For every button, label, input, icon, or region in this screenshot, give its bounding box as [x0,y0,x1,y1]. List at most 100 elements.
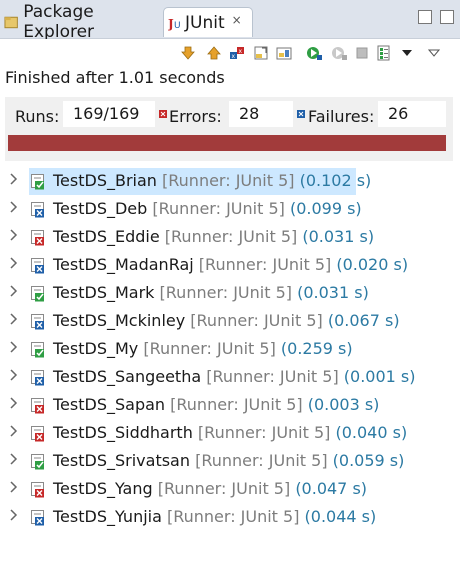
test-fail-icon [31,510,44,526]
tab-label: JUnit [185,12,225,33]
test-class-name: TestDS_Brian [53,171,163,190]
test-class-row[interactable]: TestDS_Yunjia [Runner: JUnit 5] (0.044 s… [0,504,460,532]
test-class-row[interactable]: TestDS_Mark [Runner: JUnit 5] (0.031 s) [0,280,460,308]
error-icon [159,110,167,118]
scroll-lock-icon[interactable] [252,44,270,62]
test-class-row[interactable]: TestDS_Sangeetha [Runner: JUnit 5] (0.00… [0,364,460,392]
next-failure-icon[interactable] [179,44,197,62]
test-class-name: TestDS_Siddharth [53,423,198,442]
test-duration: (0.031 s) [297,283,369,302]
test-duration: (0.020 s) [336,255,409,274]
test-class-row[interactable]: TestDS_Sapan [Runner: JUnit 5] (0.003 s) [0,392,460,420]
test-error-icon [31,482,44,498]
test-class-name: TestDS_Mark [53,283,160,302]
svg-text:x: x [239,48,243,55]
rerun-failed-first-icon[interactable] [330,44,348,62]
test-class-label: TestDS_MadanRaj [Runner: JUnit 5] (0.020… [53,255,408,274]
test-runner-label: [Runner: JUnit 5] [198,255,337,274]
expand-arrow-icon[interactable] [9,481,19,493]
tab-junit[interactable]: J U JUnit × [163,7,253,37]
test-class-label: TestDS_Mckinley [Runner: JUnit 5] (0.067… [53,311,400,330]
expand-arrow-icon[interactable] [9,453,19,465]
test-fail-icon [31,370,44,386]
expand-arrow-icon[interactable] [9,257,19,269]
test-class-row[interactable]: TestDS_Siddharth [Runner: JUnit 5] (0.04… [0,420,460,448]
test-duration: (0.044 s) [304,507,377,526]
show-failures-only-icon[interactable]: xx [228,44,246,62]
rerun-icon[interactable] [305,44,323,62]
package-explorer-icon [4,16,18,29]
test-class-label: TestDS_Srivatsan [Runner: JUnit 5] (0.05… [53,451,404,470]
expand-arrow-icon[interactable] [9,397,19,409]
previous-failure-icon[interactable] [205,44,223,62]
test-runner-label: [Runner: JUnit 5] [143,339,281,358]
stop-icon[interactable] [353,44,371,62]
test-runner-label: [Runner: JUnit 5] [152,199,290,218]
test-runner-label: [Runner: JUnit 5] [195,451,333,470]
junit-icon: J U [168,17,181,31]
expand-arrow-icon[interactable] [9,285,19,297]
history-dropdown-icon[interactable] [398,44,416,62]
test-class-label: TestDS_Eddie [Runner: JUnit 5] (0.031 s) [53,227,374,246]
test-runner-label: [Runner: JUnit 5] [206,367,344,386]
test-runner-label: [Runner: JUnit 5] [159,283,298,302]
minimize-view-icon[interactable] [418,10,432,24]
progress-bar [8,135,446,151]
test-duration: (0.001 s) [343,367,416,386]
test-class-row[interactable]: TestDS_Deb [Runner: JUnit 5] (0.099 s) [0,196,460,224]
test-runner-label: [Runner: JUnit 5] [162,171,300,190]
test-class-row[interactable]: TestDS_My [Runner: JUnit 5] (0.259 s) [0,336,460,364]
test-class-label: TestDS_Deb [Runner: JUnit 5] (0.099 s) [53,199,362,218]
test-class-name: TestDS_Eddie [53,227,165,246]
test-class-label: TestDS_Yang [Runner: JUnit 5] (0.047 s) [53,479,367,498]
expand-arrow-icon[interactable] [9,229,19,241]
errors-value: 28 [229,101,293,127]
test-duration: (0.259 s) [280,339,353,358]
test-pass-icon [31,286,44,302]
test-duration: (0.031 s) [302,227,375,246]
tab-package-explorer[interactable]: Package Explorer [0,2,163,42]
maximize-view-icon[interactable] [440,10,454,24]
junit-toolbar: xx [0,39,460,67]
test-run-history-icon[interactable] [375,44,393,62]
test-error-icon [31,398,44,414]
expand-arrow-icon[interactable] [9,173,19,185]
test-duration: (0.102 s) [299,171,372,190]
test-class-row[interactable]: TestDS_MadanRaj [Runner: JUnit 5] (0.020… [0,252,460,280]
expand-arrow-icon[interactable] [9,425,19,437]
test-class-label: TestDS_Brian [Runner: JUnit 5] (0.102 s) [53,171,371,190]
test-class-name: TestDS_Deb [53,199,153,218]
test-class-name: TestDS_Srivatsan [53,451,196,470]
test-class-name: TestDS_Sapan [53,395,171,414]
test-fail-icon [31,314,44,330]
test-class-row[interactable]: TestDS_Yang [Runner: JUnit 5] (0.047 s) [0,476,460,504]
test-duration: (0.047 s) [295,479,368,498]
expand-arrow-icon[interactable] [9,201,19,213]
test-runner-label: [Runner: JUnit 5] [190,311,328,330]
test-class-row[interactable]: TestDS_Mckinley [Runner: JUnit 5] (0.067… [0,308,460,336]
test-class-row[interactable]: TestDS_Brian [Runner: JUnit 5] (0.102 s) [0,168,460,196]
test-class-label: TestDS_Siddharth [Runner: JUnit 5] (0.04… [53,423,407,442]
expand-arrow-icon[interactable] [9,509,19,521]
show-skipped-icon[interactable] [275,44,293,62]
test-class-label: TestDS_Yunjia [Runner: JUnit 5] (0.044 s… [53,507,376,526]
test-pass-icon [31,174,44,190]
test-runner-label: [Runner: JUnit 5] [157,479,296,498]
expand-arrow-icon[interactable] [9,369,19,381]
view-menu-icon[interactable] [425,44,443,62]
test-duration: (0.040 s) [335,423,408,442]
close-tab-icon[interactable]: × [232,13,242,27]
test-duration: (0.067 s) [327,311,400,330]
expand-arrow-icon[interactable] [9,341,19,353]
expand-arrow-icon[interactable] [9,313,19,325]
test-class-row[interactable]: TestDS_Srivatsan [Runner: JUnit 5] (0.05… [0,448,460,476]
test-error-icon [31,230,44,246]
test-duration: (0.099 s) [289,199,362,218]
test-runner-label: [Runner: JUnit 5] [197,423,336,442]
test-class-label: TestDS_My [Runner: JUnit 5] (0.259 s) [53,339,353,358]
test-runner-label: [Runner: JUnit 5] [164,227,303,246]
test-duration: (0.059 s) [332,451,405,470]
test-duration: (0.003 s) [307,395,380,414]
test-class-row[interactable]: TestDS_Eddie [Runner: JUnit 5] (0.031 s) [0,224,460,252]
test-pass-icon [31,342,44,358]
